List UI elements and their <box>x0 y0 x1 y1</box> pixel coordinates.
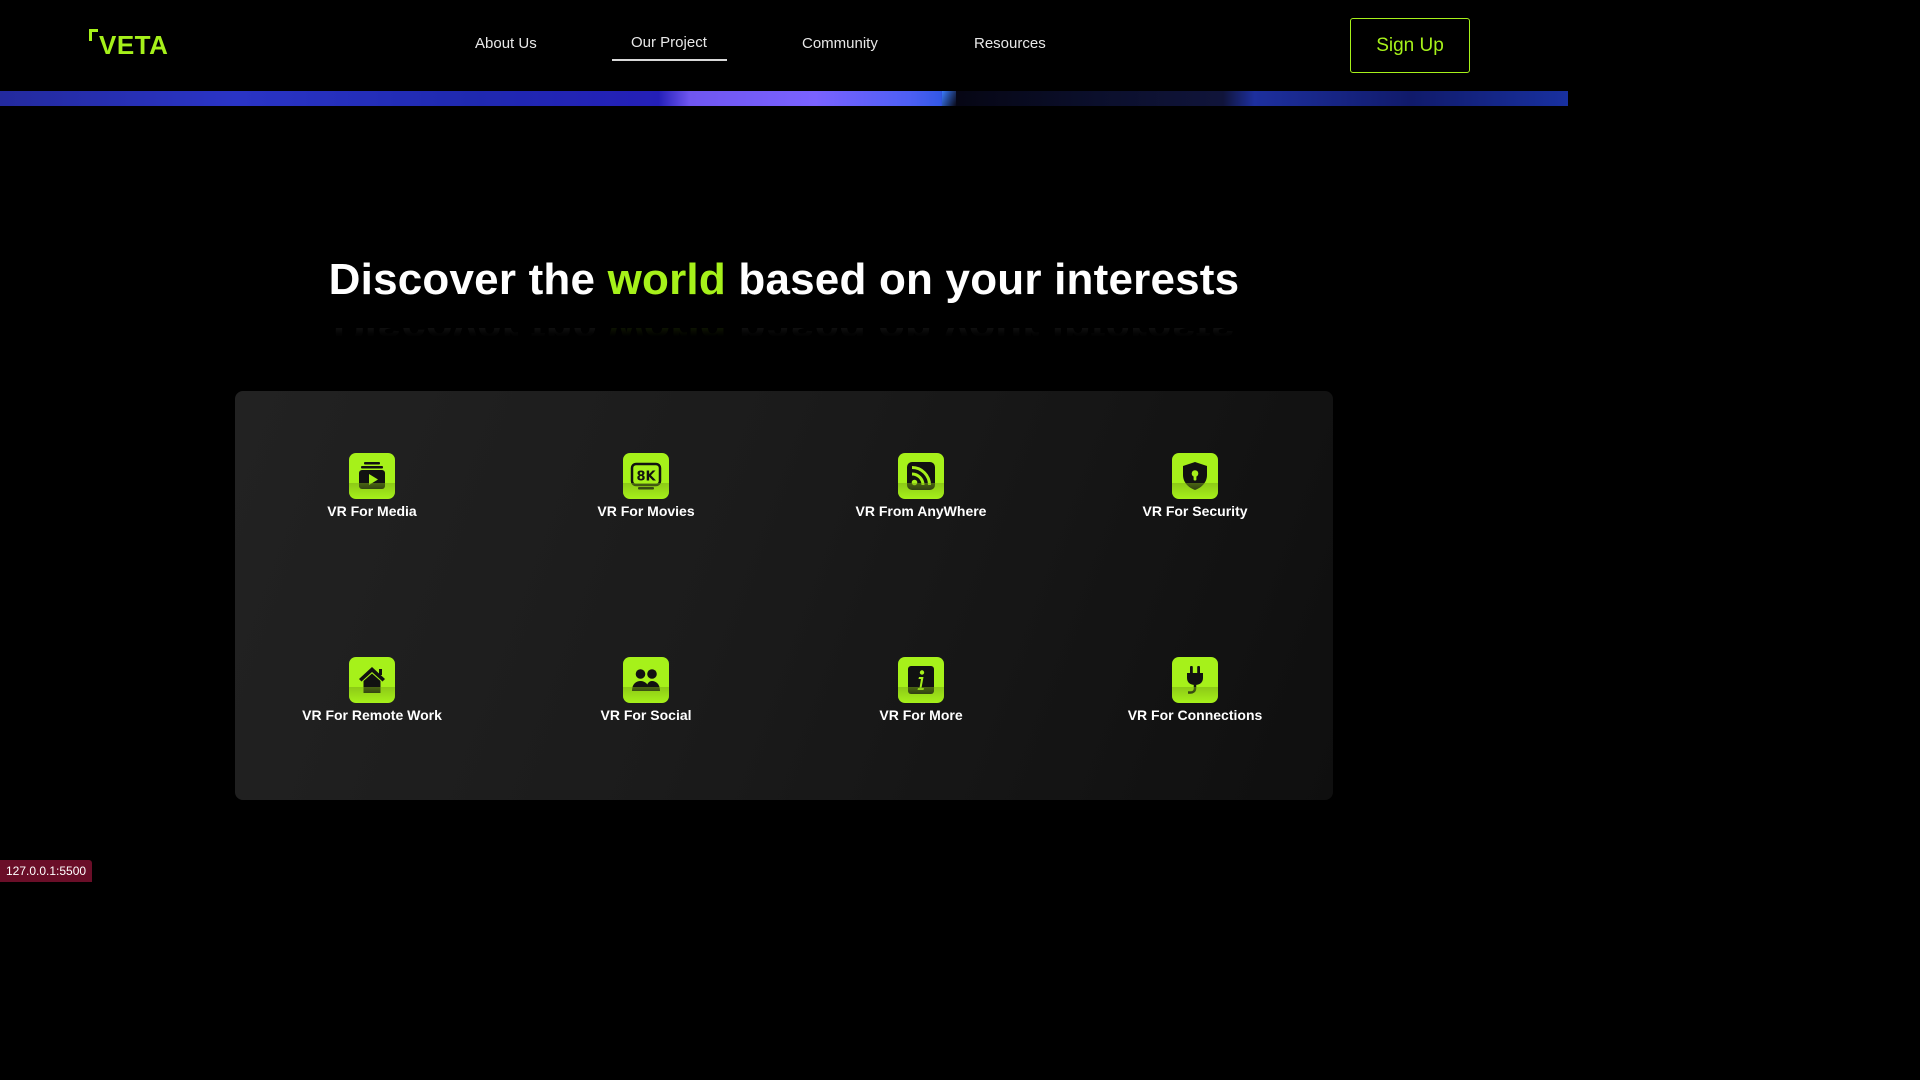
feature-tile-connections[interactable]: VR For Connections <box>1075 657 1315 723</box>
feature-tile-security[interactable]: VR For Security <box>1075 453 1315 519</box>
feature-tile-media[interactable]: VR For Media <box>252 453 492 519</box>
feature-label: VR For Media <box>327 503 417 519</box>
hero-banner-strip <box>0 91 1568 106</box>
logo-text: VETA <box>99 30 169 60</box>
users-icon <box>623 657 669 703</box>
plug-icon <box>1172 657 1218 703</box>
feature-tile-social[interactable]: VR For Social <box>526 657 766 723</box>
section-heading: Discover the world based on your interes… <box>0 252 1568 308</box>
nav-about-us[interactable]: About Us <box>475 35 537 52</box>
svg-text:8K: 8K <box>636 470 656 485</box>
nav-active-indicator <box>612 59 727 61</box>
nav-our-project[interactable]: Our Project <box>631 34 707 51</box>
feature-label: VR For Movies <box>597 503 695 519</box>
play-media-icon <box>349 453 395 499</box>
feature-tile-remote-work[interactable]: VR For Remote Work <box>252 657 492 723</box>
rss-feed-icon <box>898 453 944 499</box>
feature-label: VR For More <box>879 707 963 723</box>
sign-up-button[interactable]: Sign Up <box>1350 18 1470 73</box>
feature-label: VR For Security <box>1142 503 1248 519</box>
logo-bracket-icon <box>89 29 98 41</box>
feature-label: VR From AnyWhere <box>855 503 987 519</box>
title-accent-word: world <box>607 255 726 304</box>
shield-lock-icon <box>1172 453 1218 499</box>
8k-icon: 8K <box>623 453 669 499</box>
page: VETA About Us Our Project Community Reso… <box>0 0 1568 882</box>
feature-label: VR For Remote Work <box>302 707 442 723</box>
feature-tile-more[interactable]: VR For More <box>801 657 1041 723</box>
home-icon <box>349 657 395 703</box>
site-header: VETA About Us Our Project Community Reso… <box>0 0 1568 91</box>
logo[interactable]: VETA <box>89 28 168 62</box>
title-part-before: Discover the <box>328 255 608 304</box>
info-icon <box>898 657 944 703</box>
title-reflection: Discover the world based on your interes… <box>332 304 1236 353</box>
nav-community[interactable]: Community <box>802 35 878 52</box>
section-title: Discover the world based on your interes… <box>329 252 1240 308</box>
status-bar-url: 127.0.0.1:5500 <box>0 860 93 882</box>
feature-tile-movies[interactable]: 8K VR For Movies <box>526 453 766 519</box>
nav-resources[interactable]: Resources <box>974 35 1046 52</box>
features-panel: VR For Media 8K VR For Movies VR From An… <box>235 391 1333 800</box>
title-part-after: based on your interests <box>725 255 1240 304</box>
feature-label: VR For Social <box>600 707 692 723</box>
feature-tile-anywhere[interactable]: VR From AnyWhere <box>801 453 1041 519</box>
feature-label: VR For Connections <box>1127 707 1263 723</box>
